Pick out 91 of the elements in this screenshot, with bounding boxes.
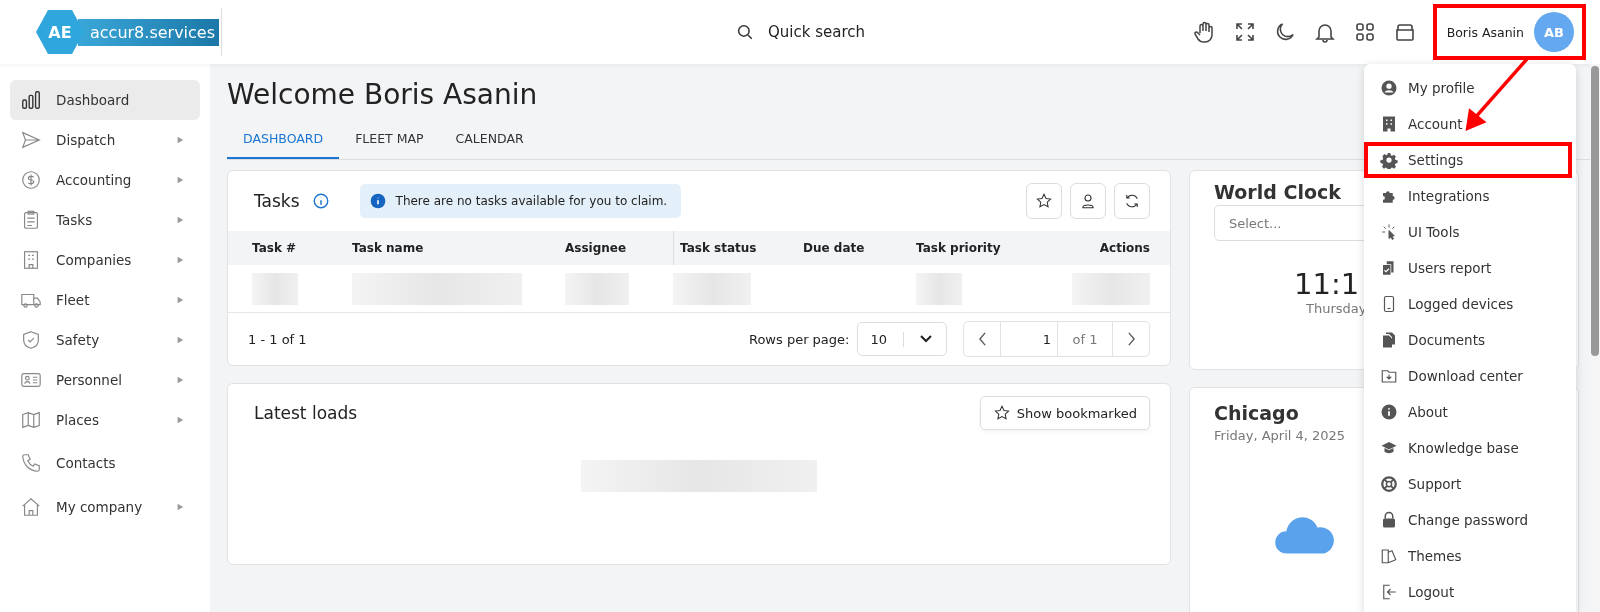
- menu-item[interactable]: Documents: [1364, 322, 1572, 358]
- menu-item[interactable]: Download center: [1364, 358, 1572, 394]
- tab[interactable]: CALENDAR: [439, 121, 540, 159]
- page-title: Welcome Boris Asanin: [227, 78, 538, 111]
- menu-item[interactable]: Logout: [1364, 574, 1572, 610]
- menu-item[interactable]: Account: [1364, 106, 1572, 142]
- page-number-field[interactable]: 1: [1000, 322, 1057, 356]
- menu-item[interactable]: About: [1364, 394, 1572, 430]
- info-icon: [1380, 403, 1398, 421]
- card-title: Latest loads: [254, 403, 358, 423]
- dollar-icon: [20, 169, 42, 191]
- tab[interactable]: DASHBOARD: [227, 121, 340, 159]
- building-icon: [1380, 115, 1398, 133]
- menu-item[interactable]: Knowledge base: [1364, 430, 1572, 466]
- star-icon: [1035, 192, 1053, 210]
- column-header: Task #: [252, 241, 298, 255]
- assignee-button[interactable]: [1070, 183, 1106, 219]
- map-icon: [20, 409, 42, 431]
- blurred-cell: [565, 272, 629, 305]
- folder-download-icon: [1380, 367, 1398, 385]
- refresh-icon: [1123, 192, 1141, 210]
- star-icon: [992, 404, 1011, 422]
- tab[interactable]: FLEET MAP: [339, 121, 440, 159]
- lock-icon: [1380, 511, 1398, 529]
- menu-item[interactable]: Change password: [1364, 502, 1572, 538]
- column-header: Task status: [673, 231, 803, 265]
- show-bookmarked-button[interactable]: Show bookmarked: [979, 396, 1150, 430]
- shield-icon: [20, 329, 42, 351]
- user-circle-icon: [1380, 79, 1398, 97]
- logout-icon: [1380, 583, 1398, 601]
- bookmark-button[interactable]: [1026, 183, 1062, 219]
- card-title: World Clock: [1214, 181, 1341, 203]
- menu-item[interactable]: Support: [1364, 466, 1572, 502]
- menu-item[interactable]: UI Tools: [1364, 214, 1572, 250]
- chevron-left-icon: [977, 332, 987, 346]
- sidebar-item[interactable]: My company: [10, 486, 200, 528]
- menu-item[interactable]: Users report: [1364, 250, 1572, 286]
- phone-icon: [20, 452, 42, 474]
- chevron-right-icon: [1126, 332, 1136, 346]
- user-menu-button[interactable]: Boris Asanin AB: [1432, 4, 1586, 60]
- user-name: Boris Asanin: [1446, 24, 1524, 40]
- column-header: Due date: [803, 241, 866, 255]
- menu-item[interactable]: Themes: [1364, 538, 1572, 574]
- user-avatar: AB: [1534, 12, 1574, 52]
- menu-item[interactable]: Settings: [1364, 142, 1572, 178]
- column-header: Task name: [352, 241, 425, 255]
- rows-per-page-select[interactable]: 10: [857, 322, 947, 356]
- menu-item[interactable]: Logged devices: [1364, 286, 1572, 322]
- column-header: Assignee: [565, 241, 628, 255]
- sidebar-item[interactable]: Contacts: [10, 440, 200, 486]
- quick-search-button[interactable]: Quick search: [736, 23, 866, 41]
- search-icon: [736, 23, 755, 41]
- lifebuoy-icon: [1380, 475, 1398, 493]
- clock-day: Thursday: [1306, 301, 1367, 316]
- blurred-cell: [916, 272, 962, 305]
- logo[interactable]: AE accur8.services: [36, 8, 223, 56]
- chevron-down-icon: [920, 335, 932, 343]
- rows-per-page-label: Rows per page:: [748, 331, 850, 347]
- pointer-icon: [1380, 223, 1398, 241]
- menu-item[interactable]: Integrations: [1364, 178, 1572, 214]
- notice-text: There are no tasks available for you to claim.: [395, 194, 668, 208]
- sidebar-item[interactable]: Safety: [10, 320, 200, 360]
- sidebar-item[interactable]: Fleet: [10, 280, 200, 320]
- settings-icon: [1380, 151, 1398, 169]
- blurred-cell: [252, 272, 298, 305]
- house-icon: [20, 496, 42, 518]
- sidebar-item[interactable]: Places: [10, 400, 200, 440]
- info-icon[interactable]: [311, 192, 330, 210]
- page-count: of 1: [1057, 322, 1113, 356]
- city-name: Chicago: [1214, 402, 1299, 424]
- sidebar-item[interactable]: Companies: [10, 240, 200, 280]
- logo-mark: AE: [36, 10, 84, 54]
- clock-time: 11:1: [1294, 267, 1360, 301]
- column-header: Actions: [1098, 241, 1150, 255]
- refresh-button[interactable]: [1114, 183, 1150, 219]
- sidebar-item[interactable]: Dashboard: [10, 80, 200, 120]
- column-header: Task priority: [916, 241, 1002, 255]
- info-icon: [369, 193, 386, 209]
- sidebar-item[interactable]: Tasks: [10, 200, 200, 240]
- bar-chart-icon: [20, 89, 42, 111]
- documents-icon: [1380, 331, 1398, 349]
- sidebar-item[interactable]: Accounting: [10, 160, 200, 200]
- range-text: 1 - 1 of 1: [248, 331, 307, 347]
- sidebar-item[interactable]: Dispatch: [10, 120, 200, 160]
- city-date: Friday, April 4, 2025: [1214, 428, 1346, 443]
- card-title: Tasks: [254, 191, 300, 211]
- logo-text: accur8.services: [78, 18, 220, 46]
- paper-plane-icon: [20, 129, 42, 151]
- sidebar-item[interactable]: Personnel: [10, 360, 200, 400]
- menu-item[interactable]: My profile: [1364, 70, 1572, 106]
- person-icon: [1079, 192, 1097, 210]
